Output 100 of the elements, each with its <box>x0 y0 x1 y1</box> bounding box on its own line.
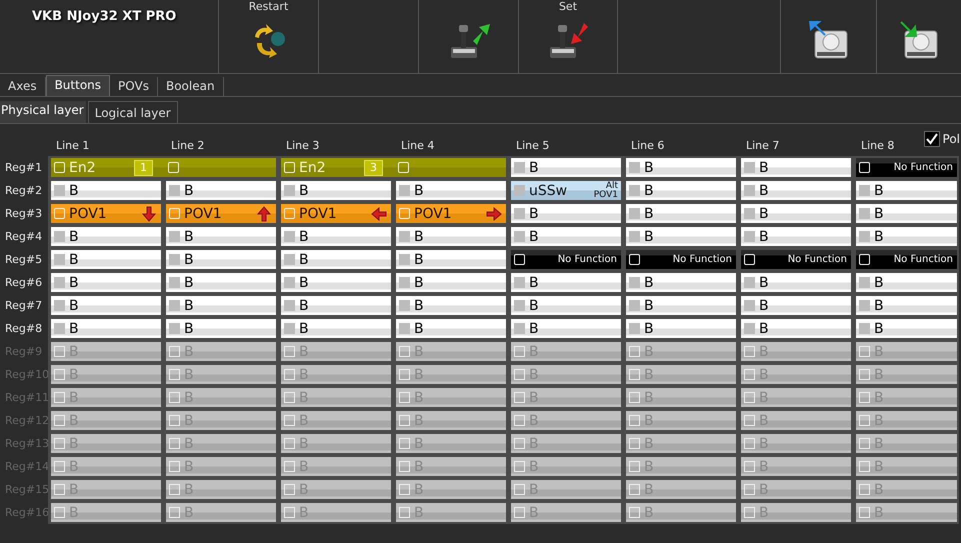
button-cell[interactable]: B <box>393 294 508 317</box>
button-cell[interactable]: B <box>278 179 393 202</box>
button-cell[interactable]: B <box>508 156 623 179</box>
button-cell[interactable]: B <box>738 271 853 294</box>
row-label: Reg#16 <box>5 506 50 519</box>
button-cell[interactable]: B <box>623 179 738 202</box>
cell-label: B <box>644 298 654 312</box>
tab[interactable]: Buttons <box>46 75 110 96</box>
button-cell[interactable]: B <box>278 294 393 317</box>
count-badge: 1 <box>134 160 153 176</box>
cell-label: B <box>759 298 769 312</box>
button-cell[interactable]: B <box>853 225 959 248</box>
button-cell[interactable]: B <box>48 248 163 271</box>
button-cell[interactable]: B <box>738 156 853 179</box>
cell-label: POV1 <box>299 206 337 220</box>
cell-label: B <box>759 368 769 382</box>
cell-label: B <box>184 344 194 358</box>
button-cell[interactable]: B <box>163 317 278 340</box>
button-cell[interactable]: B <box>278 248 393 271</box>
button-cell[interactable]: B <box>508 225 623 248</box>
button-cell[interactable]: B <box>393 248 508 271</box>
pov-cell[interactable]: POV1 <box>163 202 278 225</box>
cell-label: B <box>414 322 424 336</box>
alt-cell[interactable]: uSSw Alt POV1 <box>508 179 623 202</box>
hard-drive-arrow-icon[interactable] <box>899 21 939 59</box>
button-cell[interactable]: B <box>393 317 508 340</box>
cell-label: B <box>414 184 424 198</box>
button-cell[interactable]: B <box>163 294 278 317</box>
cell-label: B <box>529 414 539 428</box>
cell-label: B <box>414 414 424 428</box>
row-label: Reg#5 <box>5 253 42 266</box>
cell-label: B <box>299 276 309 290</box>
button-cell[interactable]: B <box>48 225 163 248</box>
button-cell[interactable]: B <box>623 317 738 340</box>
cell-label: B <box>874 206 884 220</box>
no-function-cell[interactable]: No Function <box>623 248 738 271</box>
button-cell[interactable]: B <box>623 294 738 317</box>
button-cell[interactable]: B <box>508 294 623 317</box>
button-cell[interactable]: B <box>163 225 278 248</box>
button-cell[interactable]: B <box>48 317 163 340</box>
pov-cell[interactable]: POV1 <box>48 202 163 225</box>
column-header: Line 8 <box>861 139 894 152</box>
button-cell[interactable]: B <box>853 179 959 202</box>
button-cell[interactable]: B <box>48 179 163 202</box>
button-cell[interactable]: B <box>393 271 508 294</box>
cell-label: B <box>414 298 424 312</box>
button-cell[interactable]: B <box>853 271 959 294</box>
button-cell[interactable]: B <box>738 202 853 225</box>
layer-tab[interactable]: Physical layer <box>0 101 86 123</box>
hard-drive-arrow-icon[interactable] <box>808 21 848 59</box>
button-cell[interactable]: B <box>278 271 393 294</box>
no-function-cell[interactable]: No Function <box>853 248 959 271</box>
cell-label: POV1 <box>184 206 222 220</box>
cell-label: B <box>299 506 309 520</box>
button-cell[interactable]: B <box>393 225 508 248</box>
pov-cell[interactable]: POV1 <box>393 202 508 225</box>
layer-tab[interactable]: Logical layer <box>88 101 178 123</box>
cell-label: B <box>874 298 884 312</box>
button-cell[interactable]: B <box>48 294 163 317</box>
no-function-cell[interactable]: No Function <box>738 248 853 271</box>
button-cell[interactable]: B <box>508 317 623 340</box>
no-function-cell[interactable]: No Function <box>853 156 959 179</box>
app-title: VKB NJoy32 XT PRO <box>31 8 178 26</box>
cell-label: B <box>69 322 79 336</box>
cell-label: POV1 <box>414 206 452 220</box>
button-cell[interactable]: B <box>163 271 278 294</box>
tab[interactable]: POVs <box>110 77 158 96</box>
arrow-icon <box>371 206 387 220</box>
cell-label: B <box>414 368 424 382</box>
grouped-button-cell[interactable] <box>393 156 508 179</box>
tab[interactable]: Boolean <box>158 77 224 96</box>
button-cell[interactable]: B <box>623 271 738 294</box>
cell-label: B <box>69 252 79 266</box>
button-cell[interactable]: B <box>738 317 853 340</box>
pov-cell[interactable]: POV1 <box>278 202 393 225</box>
button-cell[interactable]: B <box>853 202 959 225</box>
button-cell[interactable]: B <box>853 294 959 317</box>
grouped-button-cell[interactable] <box>163 156 278 179</box>
no-function-cell[interactable]: No Function <box>508 248 623 271</box>
button-cell[interactable]: B <box>163 248 278 271</box>
button-cell[interactable]: B <box>738 225 853 248</box>
cell-label: B <box>184 414 194 428</box>
button-cell[interactable]: B <box>393 179 508 202</box>
button-cell[interactable]: B <box>48 271 163 294</box>
button-cell[interactable]: B <box>623 202 738 225</box>
button-cell[interactable]: B <box>853 317 959 340</box>
cell-label: B <box>529 322 539 336</box>
cell-label: B <box>414 460 424 474</box>
button-cell[interactable]: B <box>278 225 393 248</box>
cell-label: B <box>184 460 194 474</box>
button-cell[interactable]: B <box>278 317 393 340</box>
button-cell[interactable]: B <box>738 294 853 317</box>
checkbox[interactable] <box>924 131 940 147</box>
button-cell[interactable]: B <box>623 156 738 179</box>
button-cell[interactable]: B <box>163 179 278 202</box>
button-cell[interactable]: B <box>738 179 853 202</box>
button-cell[interactable]: B <box>508 271 623 294</box>
button-cell[interactable]: B <box>623 225 738 248</box>
cell-label: B <box>759 206 769 220</box>
button-cell[interactable]: B <box>508 202 623 225</box>
